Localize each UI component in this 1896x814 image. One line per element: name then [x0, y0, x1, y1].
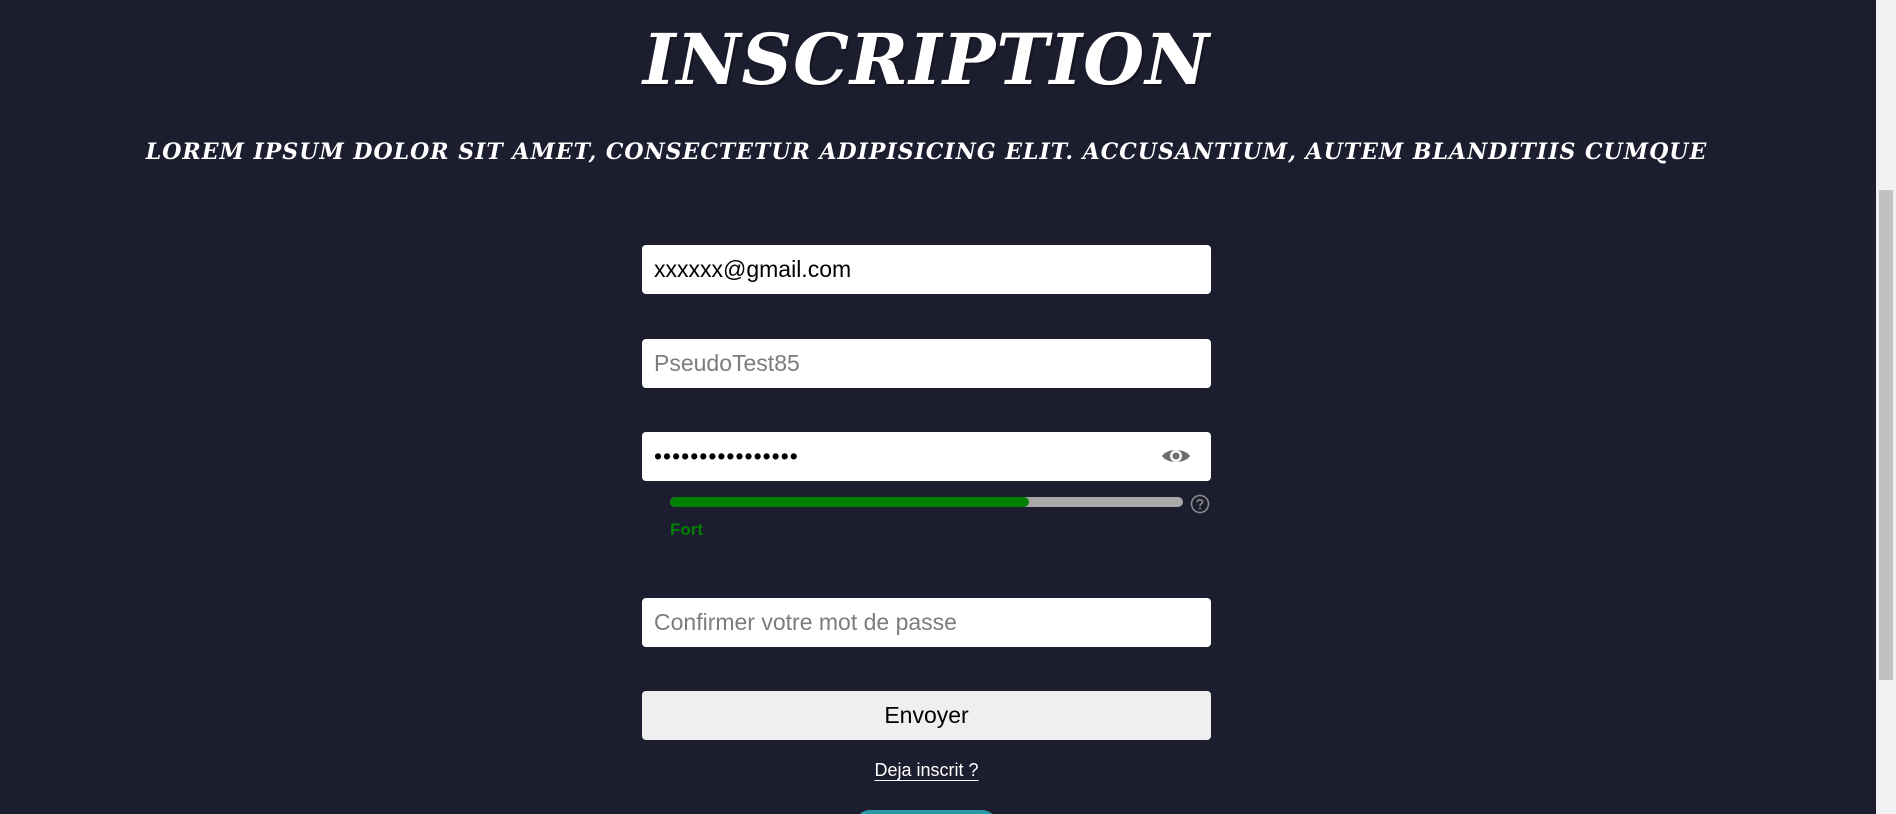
- password-strength-fill: [670, 497, 1030, 507]
- confirm-password-field[interactable]: [642, 598, 1211, 647]
- submit-button[interactable]: Envoyer: [642, 691, 1211, 740]
- already-registered-link[interactable]: Deja inscrit ?: [0, 760, 1853, 781]
- password-strength-label: Fort: [670, 520, 704, 539]
- page-subtitle: Lorem ipsum dolor sit amet, consectetur …: [145, 139, 1708, 165]
- vertical-scrollbar[interactable]: [1876, 0, 1896, 814]
- pseudo-field[interactable]: [642, 339, 1211, 388]
- password-field[interactable]: [642, 432, 1211, 481]
- question-circle-icon[interactable]: [1190, 494, 1210, 514]
- page-title: INSCRIPTION: [642, 18, 1211, 101]
- partial-action-button[interactable]: [855, 810, 997, 814]
- email-field[interactable]: [642, 245, 1211, 294]
- eye-icon[interactable]: [1160, 443, 1192, 469]
- password-strength-bar: [670, 497, 1183, 507]
- scrollbar-thumb[interactable]: [1879, 190, 1893, 680]
- signup-page: INSCRIPTION Lorem ipsum dolor sit amet, …: [0, 0, 1876, 814]
